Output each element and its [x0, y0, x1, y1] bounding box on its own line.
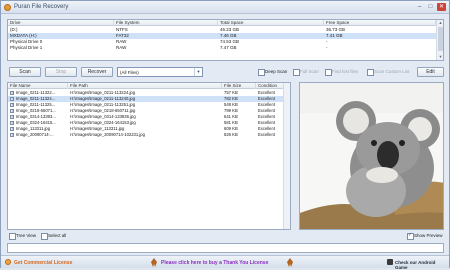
file-list: File Name File Path File Size Condition …	[7, 82, 291, 230]
show-preview-checkbox[interactable]: Show Preview	[407, 232, 443, 240]
drive-list-scrollbar[interactable]: ▲ ▼	[436, 20, 443, 60]
col-free-space[interactable]: Free Space	[324, 20, 436, 26]
drive-row[interactable]: Physical Drive 1 RAW 7.47 GB -	[8, 45, 436, 51]
window-title: Puran File Recovery	[14, 4, 69, 10]
edit-button[interactable]: Edit	[417, 67, 444, 77]
scroll-down-icon[interactable]: ▼	[437, 54, 444, 60]
col-file-path[interactable]: File Path	[68, 83, 222, 89]
stop-button[interactable]: Stop	[45, 67, 77, 77]
col-drive[interactable]: Drive	[8, 20, 114, 26]
file-filter-select[interactable]: (All Files) ▼	[117, 67, 203, 77]
scan-button[interactable]: Scan	[9, 67, 41, 77]
scroll-thumb[interactable]	[438, 27, 443, 51]
full-scan-checkbox[interactable]: Full Scan	[293, 69, 319, 76]
drive-total: 7.47 GB	[220, 45, 237, 50]
select-all-checkbox[interactable]: Select all	[41, 233, 66, 240]
koala-preview-image	[300, 83, 443, 229]
col-file-name[interactable]: File Name	[8, 83, 68, 89]
app-logo-icon	[4, 4, 11, 11]
recover-button[interactable]: Recover	[81, 67, 113, 77]
chevron-down-icon[interactable]: ▼	[194, 68, 202, 76]
title-bar: Puran File Recovery – □ ✕	[1, 1, 449, 14]
drive-list-header: Drive File System Total Space Free Space	[8, 20, 443, 26]
file-name: Image_20090714-...	[16, 132, 54, 137]
file-size: 826 KB	[224, 132, 238, 137]
options-row: Tree View Select all Show Preview	[7, 232, 444, 241]
ribbon-icon	[287, 258, 293, 267]
maximize-icon[interactable]: □	[426, 3, 435, 11]
file-row[interactable]: Image_20090714-... H:\Images\Image_20090…	[8, 132, 284, 138]
file-filter-value: (All Files)	[120, 70, 139, 75]
buy-license-link[interactable]: Please click here to buy a Thank You Lic…	[161, 260, 268, 266]
file-condition: Excellent	[258, 132, 275, 137]
drive-list: Drive File System Total Space Free Space…	[7, 19, 444, 61]
ribbon-icon	[151, 258, 157, 267]
scroll-up-icon[interactable]: ▲	[437, 20, 444, 26]
find-lost-files-checkbox[interactable]: Find lost files	[325, 69, 358, 76]
status-bar	[7, 243, 444, 253]
scan-custom-list-checkbox[interactable]: Scan Custom List	[367, 69, 409, 76]
col-condition[interactable]: Condition	[256, 83, 284, 89]
app-window: Puran File Recovery – □ ✕ Drive File Sys…	[0, 0, 450, 270]
toolbar: Scan Stop Recover (All Files) ▼ Deep Sca…	[7, 67, 444, 78]
drive-fs: RAW	[116, 45, 127, 50]
game-icon	[387, 259, 393, 265]
image-preview	[299, 82, 444, 230]
file-path: H:\Images\Image_20090714-102231.jpg	[70, 132, 145, 137]
file-list-scrollbar[interactable]	[283, 83, 290, 229]
tree-view-checkbox[interactable]: Tree View	[9, 233, 36, 240]
close-icon[interactable]: ✕	[437, 3, 446, 11]
col-total-space[interactable]: Total Space	[218, 20, 324, 26]
license-icon	[5, 259, 11, 265]
minimize-icon[interactable]: –	[415, 3, 424, 11]
drive-name: Physical Drive 1	[10, 45, 43, 50]
deep-scan-checkbox[interactable]: Deep Scan	[258, 69, 287, 76]
drive-free: -	[326, 45, 328, 50]
file-list-header: File Name File Path File Size Condition	[8, 83, 290, 89]
commercial-license-link[interactable]: Get Commercial License	[14, 260, 72, 266]
footer: Get Commercial License Please click here…	[1, 255, 449, 270]
col-file-system[interactable]: File System	[114, 20, 218, 26]
col-file-size[interactable]: File Size	[222, 83, 256, 89]
android-game-link[interactable]: Check our Android Game	[395, 260, 449, 270]
